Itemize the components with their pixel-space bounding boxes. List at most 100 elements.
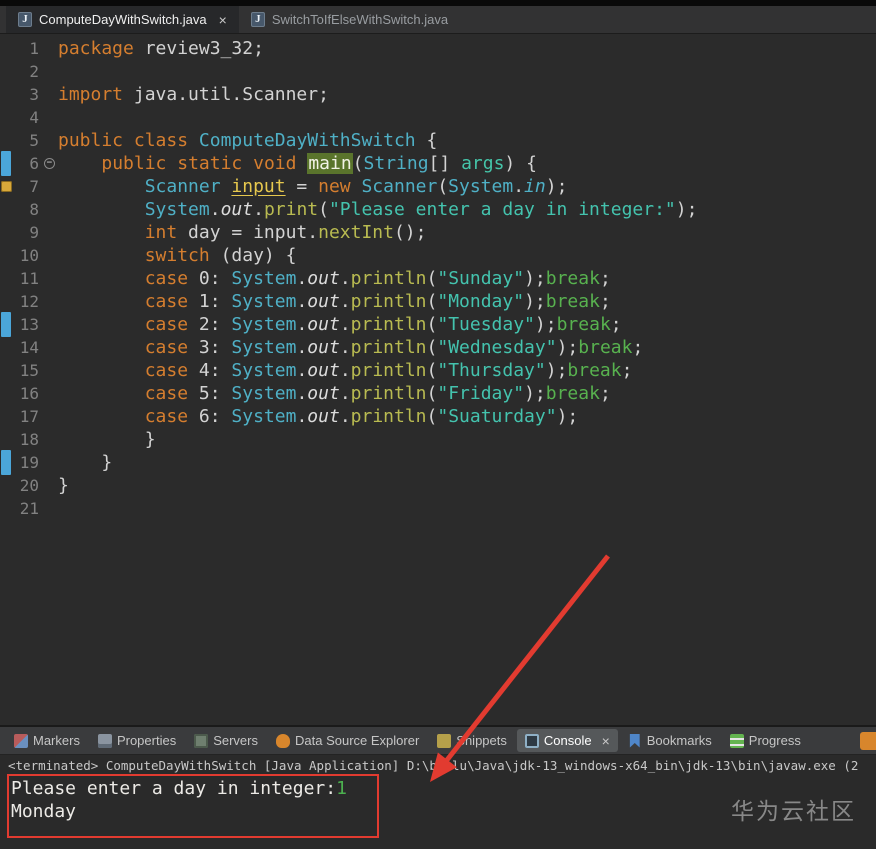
code-line[interactable]: 21 bbox=[0, 497, 876, 520]
marker-cell[interactable] bbox=[0, 129, 13, 152]
code-token: out bbox=[307, 383, 340, 404]
code-line[interactable]: 4 bbox=[0, 106, 876, 129]
code-token: "Friday" bbox=[437, 383, 525, 404]
marker-cell[interactable] bbox=[0, 359, 13, 382]
code-token: System bbox=[231, 406, 297, 427]
code-line[interactable]: 12 case 1: System.out.println("Monday");… bbox=[0, 290, 876, 313]
code-line[interactable]: 5 public class ComputeDayWithSwitch { bbox=[0, 129, 876, 152]
fold-toggle[interactable]: − bbox=[42, 152, 56, 175]
fold-cell bbox=[42, 221, 56, 244]
partial-view-icon[interactable] bbox=[860, 731, 876, 750]
view-tab-bookmarks[interactable]: Bookmarks bbox=[620, 729, 720, 752]
code-token: import bbox=[58, 84, 124, 105]
fold-cell bbox=[42, 60, 56, 83]
marker-cell[interactable] bbox=[0, 60, 13, 83]
code-line[interactable]: 9 int day = input.nextInt(); bbox=[0, 221, 876, 244]
marker-cell[interactable] bbox=[0, 497, 13, 520]
code-token: . bbox=[296, 268, 308, 289]
code-line[interactable]: 2 bbox=[0, 60, 876, 83]
code-line[interactable]: 13 case 2: System.out.println("Tuesday")… bbox=[0, 312, 876, 337]
view-tab-progress[interactable]: Progress bbox=[722, 729, 809, 752]
code-token: System bbox=[231, 291, 297, 312]
code-line[interactable]: 8 System.out.print("Please enter a day i… bbox=[0, 198, 876, 221]
code-token: Scanner bbox=[361, 176, 438, 197]
code-line[interactable]: 1 package review3_32; bbox=[0, 37, 876, 60]
view-tab-properties[interactable]: Properties bbox=[90, 729, 184, 752]
code-token: ( bbox=[426, 314, 438, 335]
marker-cell[interactable] bbox=[0, 83, 13, 106]
code-line[interactable]: 10 switch (day) { bbox=[0, 244, 876, 267]
range-marker[interactable] bbox=[0, 151, 13, 176]
code-token: . bbox=[339, 406, 351, 427]
bookmark-marker[interactable] bbox=[0, 175, 13, 198]
code-token: break bbox=[545, 291, 600, 312]
view-tab-console[interactable]: Console × bbox=[516, 729, 618, 752]
code-token: public bbox=[58, 130, 124, 151]
code-token: case bbox=[144, 291, 189, 312]
code-line[interactable]: 16 case 5: System.out.println("Friday");… bbox=[0, 382, 876, 405]
editor-tab[interactable]: J SwitchToIfElseWithSwitch.java bbox=[239, 6, 460, 33]
marker-cell[interactable] bbox=[0, 37, 13, 60]
code-token: } bbox=[58, 429, 156, 450]
range-marker-icon bbox=[1, 312, 11, 337]
code-token: . bbox=[296, 406, 308, 427]
fold-cell bbox=[42, 83, 56, 106]
code-line[interactable]: 20} bbox=[0, 474, 876, 497]
fold-collapse-icon[interactable]: − bbox=[44, 158, 55, 169]
code-text: case 3: System.out.println("Wednesday");… bbox=[56, 336, 644, 359]
code-token: ; bbox=[599, 383, 611, 404]
code-editor[interactable]: 1 package review3_32; 2 3 import java.util.S… bbox=[0, 34, 876, 725]
marker-cell[interactable] bbox=[0, 244, 13, 267]
marker-cell[interactable] bbox=[0, 267, 13, 290]
code-line[interactable]: 3 import java.util.Scanner; bbox=[0, 83, 876, 106]
code-line[interactable]: 17 case 6: System.out.println("Suaturday… bbox=[0, 405, 876, 428]
range-marker[interactable] bbox=[0, 450, 13, 475]
marker-cell[interactable] bbox=[0, 428, 13, 451]
code-token: . bbox=[296, 291, 308, 312]
view-tab-servers[interactable]: Servers bbox=[186, 729, 266, 752]
watermark: 华为云社区 bbox=[731, 798, 856, 824]
editor-tab[interactable]: J ComputeDayWithSwitch.java × bbox=[6, 6, 239, 33]
code-token: out bbox=[307, 314, 340, 335]
range-marker[interactable] bbox=[0, 312, 13, 337]
marker-cell[interactable] bbox=[0, 405, 13, 428]
code-token: static bbox=[177, 153, 243, 174]
view-tab-markers[interactable]: Markers bbox=[6, 729, 88, 752]
code-line[interactable]: 11 case 0: System.out.println("Sunday");… bbox=[0, 267, 876, 290]
code-token: System bbox=[231, 337, 297, 358]
line-number: 11 bbox=[19, 269, 39, 288]
close-icon[interactable]: × bbox=[602, 734, 610, 748]
code-text: import java.util.Scanner; bbox=[56, 83, 329, 106]
code-token: (day) { bbox=[209, 245, 297, 266]
code-line[interactable]: 18 } bbox=[0, 428, 876, 451]
code-token: public bbox=[101, 153, 167, 174]
marker-cell[interactable] bbox=[0, 221, 13, 244]
code-text: } bbox=[56, 474, 69, 497]
code-token: . bbox=[253, 199, 264, 220]
fold-cell bbox=[42, 428, 56, 451]
code-text: } bbox=[56, 451, 112, 474]
code-token: 0: bbox=[188, 268, 232, 289]
marker-cell[interactable] bbox=[0, 290, 13, 313]
marker-cell[interactable] bbox=[0, 474, 13, 497]
code-token: System bbox=[144, 199, 210, 220]
code-token: review3_32; bbox=[133, 38, 264, 59]
view-tab-snippets[interactable]: Snippets bbox=[429, 729, 515, 752]
marker-cell[interactable] bbox=[0, 106, 13, 129]
close-icon[interactable]: × bbox=[219, 13, 227, 27]
code-line[interactable]: 15 case 4: System.out.println("Thursday"… bbox=[0, 359, 876, 382]
code-text: case 6: System.out.println("Suaturday"); bbox=[56, 405, 579, 428]
marker-cell[interactable] bbox=[0, 336, 13, 359]
code-line[interactable]: 14 case 3: System.out.println("Wednesday… bbox=[0, 336, 876, 359]
console-stdout-text: Monday bbox=[11, 801, 77, 822]
marker-cell[interactable] bbox=[0, 382, 13, 405]
code-line[interactable]: 7 Scanner input = new Scanner(System.in)… bbox=[0, 175, 876, 198]
marker-cell[interactable] bbox=[0, 198, 13, 221]
code-line[interactable]: 19 } bbox=[0, 450, 876, 475]
code-line[interactable]: 6− public static void main(String[] args… bbox=[0, 151, 876, 176]
view-tab-data-source-explorer[interactable]: Data Source Explorer bbox=[268, 729, 427, 752]
